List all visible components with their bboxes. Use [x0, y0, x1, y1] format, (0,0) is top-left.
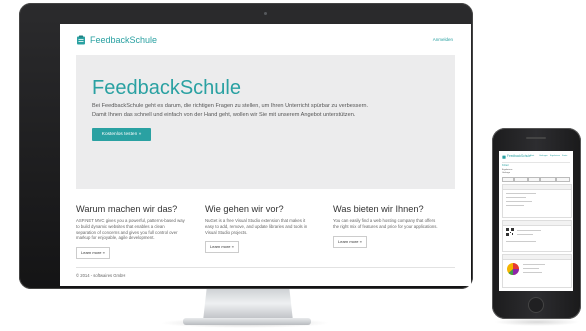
try-free-button[interactable]: Kostenlos testen »	[92, 128, 151, 141]
phone-nav-divider	[502, 162, 570, 163]
phone-nav-item[interactable]: Konto	[562, 155, 567, 157]
home-button[interactable]	[528, 297, 544, 313]
column-heading: Was bieten wir Ihnen?	[333, 204, 424, 214]
footer-divider	[76, 267, 455, 268]
phone-screen: FeedbackSchule Start Umfragen Ergebnisse…	[499, 151, 573, 291]
hero-line: Damit Ihnen das schnell und einfach von …	[92, 112, 356, 118]
site-navbar: FeedbackSchule Anmelden	[60, 24, 471, 50]
login-link[interactable]: Anmelden	[433, 37, 453, 42]
speaker-icon	[526, 137, 546, 139]
phone-filter-button[interactable]	[502, 177, 514, 182]
pie-chart-icon	[507, 263, 519, 276]
phone-filter-button[interactable]	[514, 177, 528, 182]
phone-filter-button[interactable]	[540, 177, 556, 182]
column-offer: Was bieten wir Ihnen? You can easily fin…	[333, 204, 451, 248]
hero-title: FeedbackSchule	[92, 77, 241, 99]
phone-text-placeholder	[517, 230, 541, 231]
column-how: Wie gehen wir vor? NuGet is a free Visua…	[205, 204, 323, 254]
phone-text-placeholder	[506, 205, 524, 206]
phone-panel	[502, 220, 572, 252]
phone-text-placeholder	[506, 201, 532, 202]
phone-text-placeholder	[523, 264, 545, 265]
site-logo[interactable]: FeedbackSchule	[90, 35, 157, 45]
hero-description: Bei FeedbackSchule geht es darum, die ri…	[92, 102, 442, 120]
learn-more-button[interactable]: Learn more »	[333, 235, 367, 248]
column-heading: Warum machen wir das?	[76, 204, 178, 214]
phone-panel	[502, 254, 572, 288]
hero-jumbotron: FeedbackSchule Bei FeedbackSchule geht e…	[76, 55, 455, 189]
column-line: ASP.NET MVC gives you a powerful, patter…	[76, 218, 185, 223]
phone-panel-header	[503, 185, 571, 190]
column-text: NuGet is a free Visual Studio extension …	[205, 218, 323, 235]
imac-monitor: FeedbackSchule Anmelden FeedbackSchule B…	[19, 3, 473, 289]
column-line: Visual Studio projects.	[205, 229, 248, 235]
learn-more-button[interactable]: Learn more »	[76, 247, 110, 260]
phone-text-placeholder	[517, 234, 533, 235]
phone-filter-button[interactable]	[528, 177, 540, 182]
imac-stand-neck	[203, 289, 293, 321]
clipboard-logo-icon	[77, 35, 85, 45]
phone-text-placeholder	[506, 193, 536, 194]
phone-text-placeholder	[506, 197, 526, 198]
imac-screen: FeedbackSchule Anmelden FeedbackSchule B…	[60, 24, 471, 286]
column-line: easy to add, remove, and update librarie…	[205, 223, 308, 229]
phone-site-logo[interactable]: FeedbackSchule	[507, 154, 531, 158]
phone-nav-item[interactable]: Ergebnisse	[550, 155, 560, 157]
phone-text-placeholder	[523, 272, 542, 273]
phone-text-placeholder	[523, 268, 539, 269]
qr-code-icon	[506, 228, 514, 236]
footer-copyright: © 2014 - softwaires GmbH	[76, 273, 126, 278]
phone-panel	[502, 184, 572, 218]
phone-shadow	[494, 318, 580, 326]
column-why: Warum machen wir das? ASP.NET MVC gives …	[76, 204, 194, 260]
imac-stand-base	[183, 318, 311, 325]
phone-panel-header	[503, 221, 571, 226]
clipboard-logo-icon	[502, 155, 506, 159]
column-line: You can easily find a web hosting compan…	[333, 218, 436, 223]
phone-text-placeholder	[506, 241, 536, 242]
phone-page-title: Kriteri	[502, 164, 509, 167]
phone-text-line: Umfrage	[502, 172, 510, 174]
column-heading: Wie gehen wir vor?	[205, 204, 284, 214]
column-line: markup for enjoyable, agile development.	[76, 235, 155, 241]
phone-panel-header	[503, 255, 571, 260]
column-text: You can easily find a web hosting compan…	[333, 218, 451, 230]
phone-nav-item[interactable]: Start	[530, 155, 534, 157]
column-line: the right mix of features and price for …	[333, 223, 438, 229]
hero-line: Bei FeedbackSchule geht es darum, die ri…	[92, 103, 369, 109]
phone-nav-item[interactable]: Umfragen	[539, 155, 548, 157]
phone-filter-button[interactable]	[556, 177, 570, 182]
learn-more-button[interactable]: Learn more »	[205, 241, 239, 254]
camera-icon	[264, 12, 267, 15]
iphone-device: FeedbackSchule Start Umfragen Ergebnisse…	[492, 128, 581, 319]
column-text: ASP.NET MVC gives you a powerful, patter…	[76, 218, 194, 241]
